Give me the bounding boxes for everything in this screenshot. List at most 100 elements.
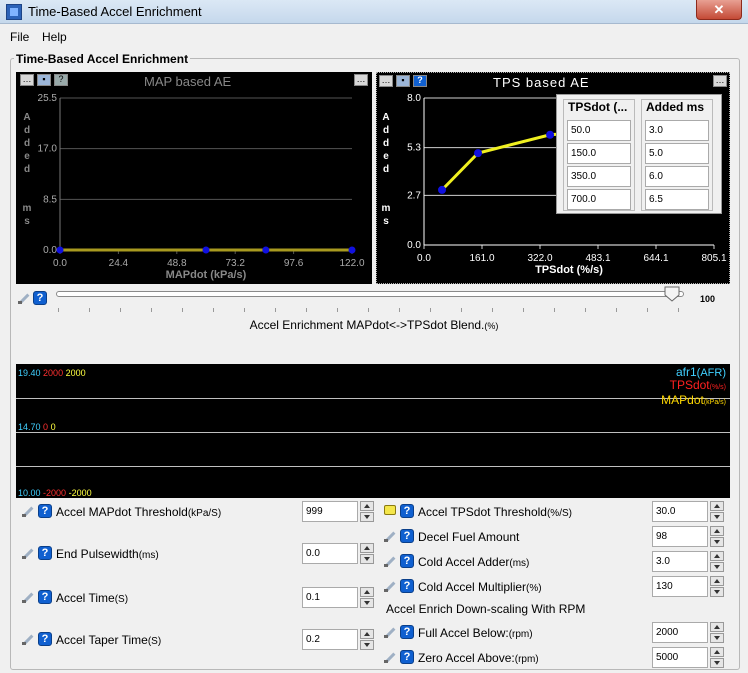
spin-up-button[interactable]: [710, 526, 724, 536]
spinner[interactable]: [360, 587, 374, 608]
log-legend: afr1(AFR) TPSdot(%/s) MAPdot(kPa/s): [661, 366, 726, 409]
x-tick-label: 0.0: [53, 258, 67, 269]
spinner[interactable]: [710, 551, 724, 572]
log-top-afr: 19.40: [18, 368, 41, 378]
tps-table-cell[interactable]: 350.0: [567, 166, 631, 187]
spinner[interactable]: [710, 526, 724, 547]
help-icon[interactable]: ?: [38, 546, 52, 560]
spin-down-button[interactable]: [360, 512, 374, 522]
rpm-props-input[interactable]: 2000: [652, 622, 708, 643]
slider-pen-icon[interactable]: [18, 292, 30, 304]
spin-up-button[interactable]: [710, 551, 724, 561]
spin-down-button[interactable]: [710, 562, 724, 572]
left-props-input[interactable]: 999: [302, 501, 358, 522]
help-icon[interactable]: ?: [38, 590, 52, 604]
section-title: Time-Based Accel Enrichment: [14, 52, 191, 66]
x-tick-label: 483.1: [585, 253, 610, 264]
tps-table-cell[interactable]: 3.0: [645, 120, 709, 141]
spin-up-button[interactable]: [710, 647, 724, 657]
help-icon[interactable]: ?: [400, 650, 414, 664]
spin-up-button[interactable]: [360, 587, 374, 597]
spin-up-button[interactable]: [710, 576, 724, 586]
menu-help[interactable]: Help: [42, 30, 67, 44]
left-props-input[interactable]: 0.1: [302, 587, 358, 608]
pen-icon[interactable]: [384, 626, 396, 638]
slider-tick: [89, 308, 90, 312]
help-icon[interactable]: ?: [400, 554, 414, 568]
spinner[interactable]: [710, 501, 724, 522]
right-props-label: Decel Fuel Amount: [418, 530, 520, 544]
y-tick-label: 17.0: [38, 144, 58, 155]
help-icon[interactable]: ?: [400, 529, 414, 543]
app-icon: [6, 4, 22, 20]
tps-table-cell[interactable]: 5.0: [645, 143, 709, 164]
left-props-input[interactable]: 0.2: [302, 629, 358, 650]
rpm-props-input[interactable]: 5000: [652, 647, 708, 668]
spin-up-button[interactable]: [710, 622, 724, 632]
log-bot-map: -2000: [68, 488, 92, 498]
spin-down-button[interactable]: [710, 512, 724, 522]
rpm-props-label: Full Accel Below:(rpm): [418, 626, 533, 640]
spin-down-button[interactable]: [710, 587, 724, 597]
blend-slider-thumb[interactable]: [664, 286, 680, 302]
help-icon[interactable]: ?: [38, 504, 52, 518]
spinner[interactable]: [360, 629, 374, 650]
right-props-input[interactable]: 98: [652, 526, 708, 547]
spinner[interactable]: [710, 622, 724, 643]
spin-down-button[interactable]: [360, 598, 374, 608]
help-icon[interactable]: ?: [38, 632, 52, 646]
right-props-input[interactable]: 30.0: [652, 501, 708, 522]
tps-table-cell[interactable]: 50.0: [567, 120, 631, 141]
tps-table-cell[interactable]: 6.0: [645, 166, 709, 187]
help-icon[interactable]: ?: [400, 579, 414, 593]
spin-up-button[interactable]: [710, 501, 724, 511]
tps-table-cell[interactable]: 700.0: [567, 189, 631, 210]
comment-icon[interactable]: [384, 505, 396, 515]
spin-up-button[interactable]: [360, 629, 374, 639]
pen-icon[interactable]: [22, 633, 34, 645]
spin-down-button[interactable]: [360, 554, 374, 564]
left-props-label: End Pulsewidth(ms): [56, 547, 159, 561]
right-props-input[interactable]: 130: [652, 576, 708, 597]
x-tick-label: 805.1: [701, 253, 726, 264]
pen-icon[interactable]: [22, 591, 34, 603]
spin-up-button[interactable]: [360, 501, 374, 511]
pen-icon[interactable]: [384, 580, 396, 592]
spin-down-button[interactable]: [710, 658, 724, 668]
spinner[interactable]: [710, 647, 724, 668]
left-props-input[interactable]: 0.0: [302, 543, 358, 564]
spinner[interactable]: [360, 501, 374, 522]
spin-up-button[interactable]: [360, 543, 374, 553]
slider-label: Accel Enrichment MAPdot<->TPSdot Blend.: [249, 318, 485, 332]
tps-table-cell[interactable]: 150.0: [567, 143, 631, 164]
y-tick-label: 2.7: [407, 190, 421, 201]
rpm-props-label: Zero Accel Above:(rpm): [418, 651, 539, 665]
menu-file[interactable]: File: [10, 30, 29, 44]
spinner[interactable]: [710, 576, 724, 597]
spinner[interactable]: [360, 543, 374, 564]
tps-table-cell[interactable]: 6.5: [645, 189, 709, 210]
slider-tick: [306, 308, 307, 312]
help-icon[interactable]: ?: [400, 625, 414, 639]
close-button[interactable]: ✕: [696, 0, 742, 20]
right-props-input[interactable]: 3.0: [652, 551, 708, 572]
menu-bar: File Help: [0, 26, 748, 48]
pen-icon[interactable]: [22, 547, 34, 559]
pen-icon[interactable]: [384, 530, 396, 542]
spin-down-button[interactable]: [360, 640, 374, 650]
spin-down-button[interactable]: [710, 537, 724, 547]
pen-icon[interactable]: [384, 651, 396, 663]
x-tick-label: 644.1: [643, 253, 668, 264]
pen-icon[interactable]: [384, 555, 396, 567]
right-props-label: Cold Accel Adder(ms): [418, 555, 530, 569]
tps-table-col-added: Added ms 3.0 5.0 6.0 6.5: [641, 99, 713, 211]
blend-slider-track[interactable]: [56, 291, 684, 297]
pen-icon[interactable]: [22, 505, 34, 517]
slider-tick: [182, 308, 183, 312]
x-tick-label: 0.0: [417, 253, 431, 264]
help-icon[interactable]: ?: [400, 504, 414, 518]
left-props-label: Accel Time(S): [56, 591, 129, 605]
y-axis-label-char: s: [24, 216, 30, 227]
spin-down-button[interactable]: [710, 633, 724, 643]
slider-help-icon[interactable]: ?: [33, 291, 47, 305]
